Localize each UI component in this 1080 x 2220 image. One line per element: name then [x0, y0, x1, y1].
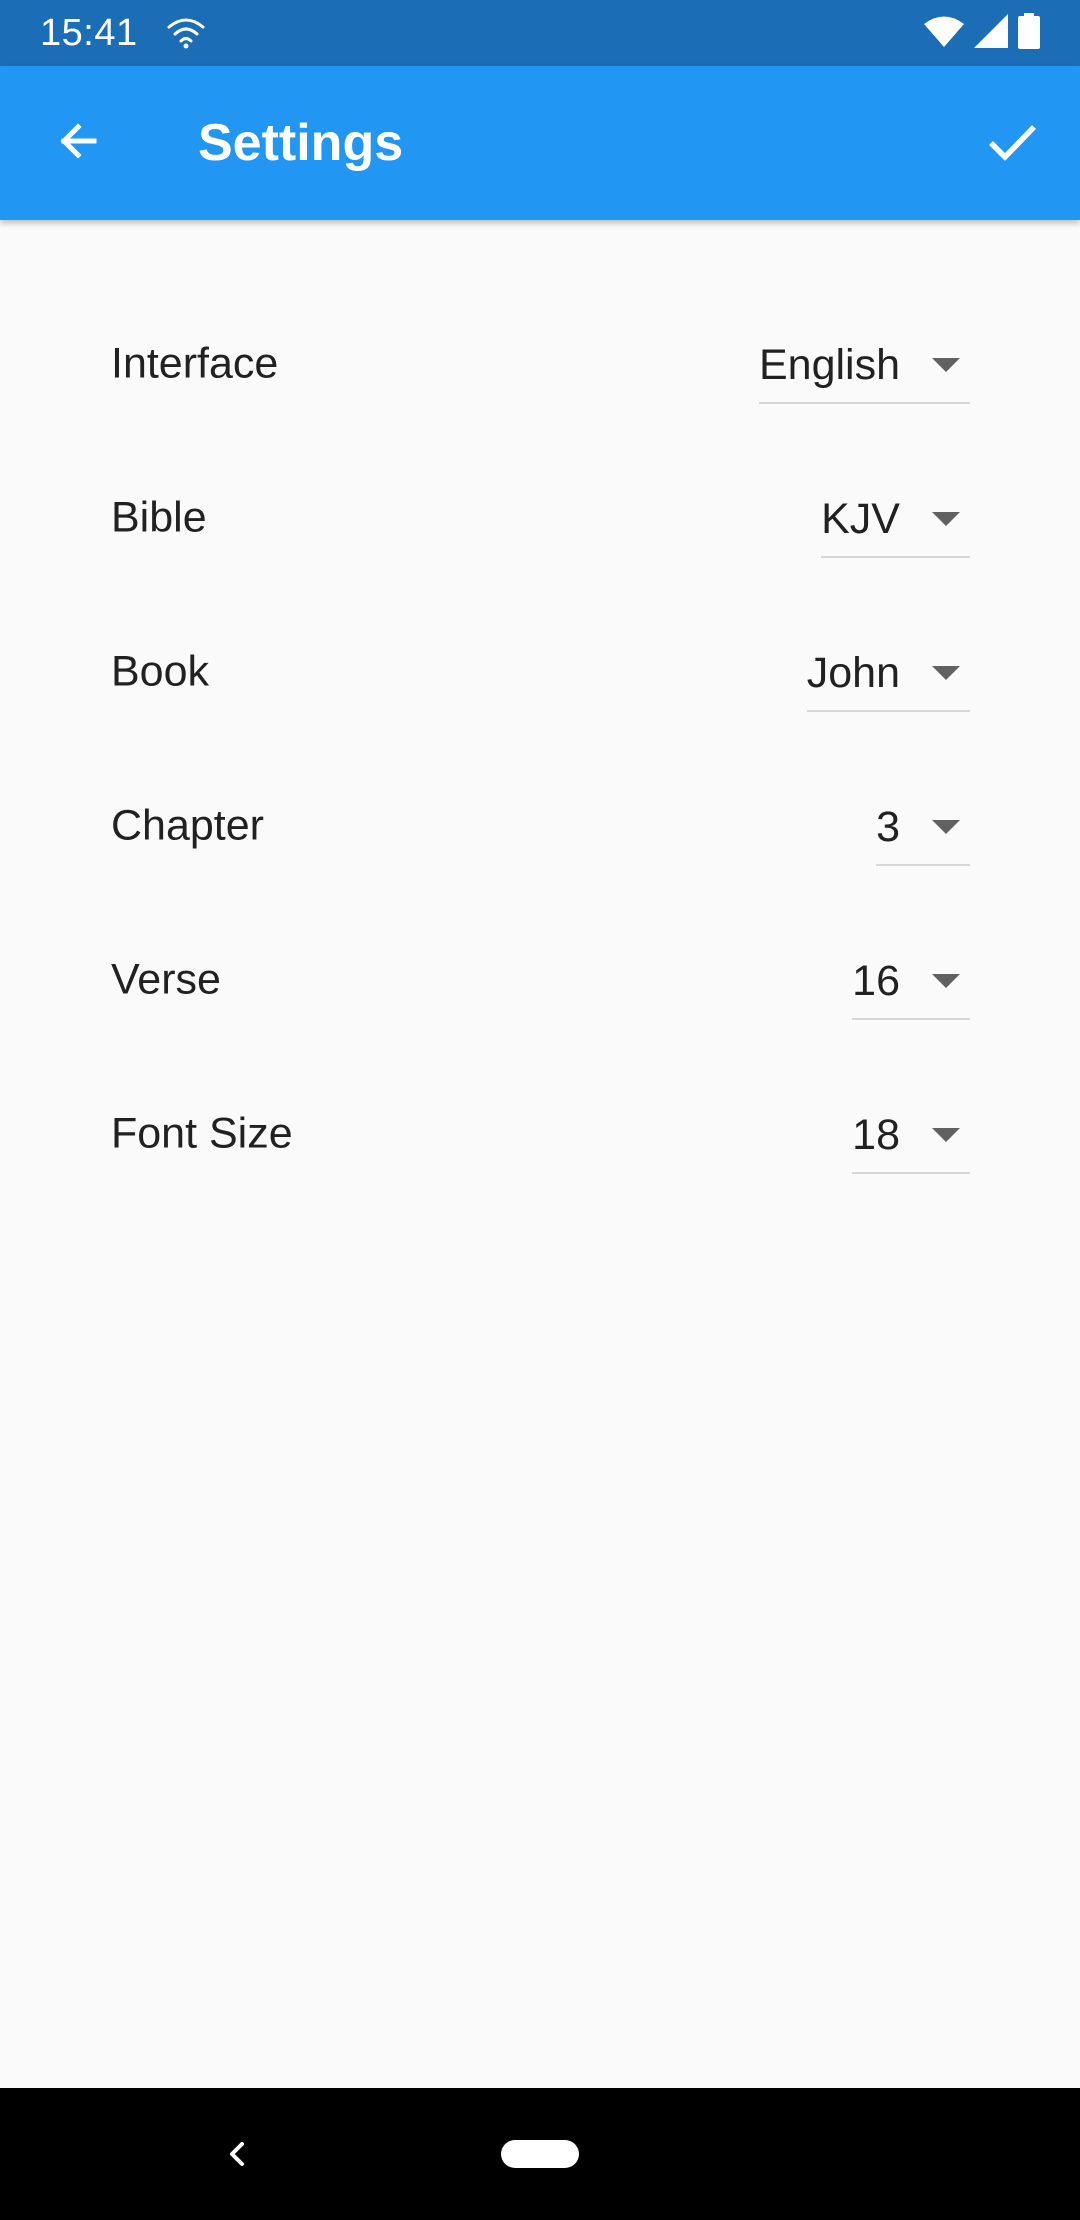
dropdown-value: KJV [821, 494, 900, 543]
dropdown-arrow-icon [922, 495, 970, 543]
setting-label: Font Size [111, 1109, 293, 1158]
setting-label: Bible [111, 493, 207, 542]
arrow-left-icon [54, 117, 102, 170]
battery-icon [1018, 12, 1040, 54]
bible-dropdown[interactable]: KJV [821, 478, 970, 558]
dropdown-arrow-icon [922, 649, 970, 697]
status-bar: 15:41 [0, 0, 1080, 66]
dropdown-arrow-icon [922, 1111, 970, 1159]
interface-dropdown[interactable]: English [758, 324, 970, 404]
setting-row-book: Book John [0, 595, 1080, 749]
back-button[interactable] [36, 101, 120, 185]
dropdown-value: 18 [852, 1110, 900, 1159]
dropdown-arrow-icon [922, 957, 970, 1005]
setting-row-chapter: Chapter 3 [0, 749, 1080, 903]
setting-row-interface: Interface English [0, 287, 1080, 441]
dropdown-value: 16 [852, 956, 900, 1005]
book-dropdown[interactable]: John [806, 632, 970, 712]
signal-icon [974, 13, 1008, 53]
dropdown-value: 3 [876, 802, 900, 851]
confirm-button[interactable] [970, 101, 1054, 185]
verse-dropdown[interactable]: 16 [852, 940, 970, 1020]
setting-label: Book [111, 647, 210, 696]
nav-home-pill[interactable] [501, 2140, 579, 2168]
wifi-icon [924, 15, 964, 52]
dropdown-value: English [758, 340, 900, 389]
status-icons [924, 12, 1040, 54]
setting-row-font-size: Font Size 18 [0, 1057, 1080, 1211]
setting-label: Interface [111, 339, 279, 388]
wifi-outline-icon [166, 16, 206, 50]
status-time: 15:41 [40, 12, 138, 54]
dropdown-arrow-icon [922, 803, 970, 851]
navigation-bar [0, 2088, 1080, 2220]
nav-back-icon[interactable] [216, 2130, 256, 2178]
check-icon [986, 115, 1038, 172]
chapter-dropdown[interactable]: 3 [876, 786, 970, 866]
dropdown-arrow-icon [922, 341, 970, 389]
setting-row-verse: Verse 16 [0, 903, 1080, 1057]
setting-label: Chapter [111, 801, 264, 850]
page-title: Settings [198, 114, 404, 172]
app-bar: Settings [0, 66, 1080, 220]
setting-label: Verse [111, 955, 221, 1004]
dropdown-value: John [806, 648, 900, 697]
font-size-dropdown[interactable]: 18 [852, 1094, 970, 1174]
setting-row-bible: Bible KJV [0, 441, 1080, 595]
